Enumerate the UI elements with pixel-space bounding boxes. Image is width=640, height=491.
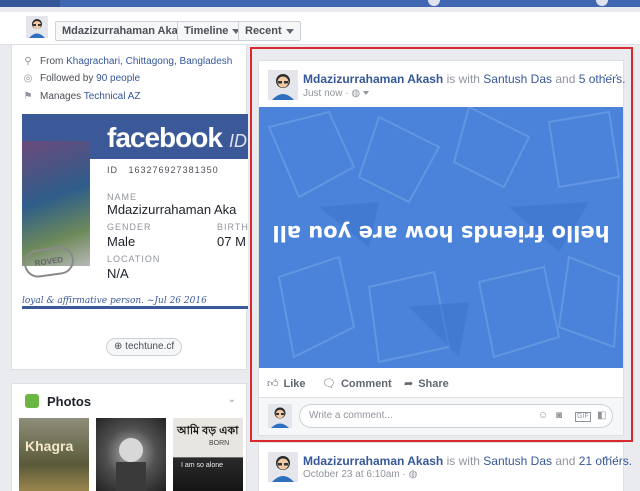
intro-manages: ⚑ Manages Technical AZ [22, 91, 141, 102]
location-label: LOCATION [107, 254, 161, 264]
recent-dropdown[interactable]: Recent [238, 21, 301, 41]
id-card-brand-suffix: ID [229, 131, 247, 151]
chevron-down-icon [285, 28, 294, 34]
profile-subnav: Mdazizurrahaman Akash Timeline Recent [0, 12, 640, 45]
top-bar [0, 0, 640, 7]
followers-link[interactable]: 90 people [96, 73, 140, 84]
photos-panel: Photos ⌄ Khagra আমি বড় একা I am so alon… [11, 383, 247, 491]
chevron-down-icon[interactable]: ⌄ [228, 394, 236, 405]
from-prefix: From [40, 56, 64, 67]
more-options-icon[interactable]: ··· [603, 448, 620, 464]
globe-icon: ⊕ [114, 341, 123, 352]
timeline-dropdown[interactable]: Timeline [177, 21, 248, 41]
avatar[interactable] [26, 16, 48, 38]
photo-thumbnail-caption: BORN [209, 440, 230, 447]
tagged-friend-link[interactable]: Santush Das [483, 454, 552, 468]
profile-icon[interactable] [428, 0, 440, 6]
portrait-image [116, 438, 146, 491]
photo-thumbnail[interactable]: Khagra [19, 418, 89, 491]
post-header: Mdazizurrahaman Akash is with Santush Da… [303, 454, 632, 468]
location-pin-icon: ⚲ [24, 56, 32, 67]
id-card-id-row: ID 163276927381350 [107, 165, 219, 175]
globe-icon[interactable]: ◍ [409, 469, 418, 480]
post-card: Mdazizurrahaman Akash is with Santush Da… [258, 442, 632, 491]
recent-label: Recent [245, 25, 282, 37]
post-meta: October 23 at 6:10am · ◍ [303, 469, 418, 480]
location-value: N/A [107, 266, 129, 281]
profile-name: Mdazizurrahaman Akash [62, 25, 191, 37]
flag-icon: ⚑ [23, 91, 33, 102]
followed-prefix: Followed by [40, 73, 94, 84]
intro-panel: ⚲ From Khagrachari, Chittagong, Banglades… [11, 45, 248, 370]
photo-thumbnail-caption: Khagra [25, 438, 74, 454]
birth-value: 07 M [217, 234, 246, 249]
id-card-brand: facebook [107, 122, 223, 153]
featured-id-card-image[interactable]: ROVED facebook ID ID 163276927381350 NAM… [22, 114, 248, 309]
id-label: ID [107, 165, 118, 175]
id-card-divider [22, 306, 248, 309]
website-link-label: techtune.cf [125, 341, 175, 352]
birth-label: BIRTH [217, 222, 248, 232]
manages-prefix: Manages [40, 91, 82, 102]
intro-followers: ◎ Followed by 90 people [22, 73, 140, 84]
post-author-link[interactable]: Mdazizurrahaman Akash [303, 454, 443, 468]
photo-thumbnail-caption: আমি বড় একা [177, 425, 239, 437]
id-card-signature: loyal & affirmative person. ~Jul 26 2016 [22, 296, 207, 306]
gender-label: GENDER [107, 222, 152, 232]
top-bar-search[interactable] [0, 0, 60, 7]
intro-from: ⚲ From Khagrachari, Chittagong, Banglades… [22, 56, 232, 67]
timeline-label: Timeline [184, 25, 229, 37]
post-is-with: is with [446, 454, 480, 468]
friends-icon[interactable] [596, 0, 608, 6]
photo-thumbnail[interactable]: আমি বড় একা I am so alone BORN [173, 418, 243, 491]
post-timestamp[interactable]: October 23 at 6:10am [303, 469, 400, 480]
managed-page-link[interactable]: Technical AZ [84, 91, 141, 102]
post-and: and [555, 454, 576, 468]
name-label: NAME [107, 192, 138, 202]
photos-icon [25, 394, 39, 408]
from-place-link[interactable]: Khagrachari, Chittagong, Bangladesh [66, 56, 232, 67]
photo-thumbnail-caption: I am so alone [181, 462, 224, 469]
website-link[interactable]: ⊕ techtune.cf [106, 338, 183, 356]
avatar[interactable] [268, 452, 298, 482]
photos-title[interactable]: Photos [47, 394, 91, 409]
name-value: Mdazizurrahaman Aka [107, 202, 237, 217]
rss-icon: ◎ [23, 73, 33, 84]
gender-value: Male [107, 234, 136, 249]
id-value: 163276927381350 [128, 165, 219, 175]
photo-thumbnail[interactable] [96, 418, 166, 491]
highlight-frame [250, 47, 633, 442]
